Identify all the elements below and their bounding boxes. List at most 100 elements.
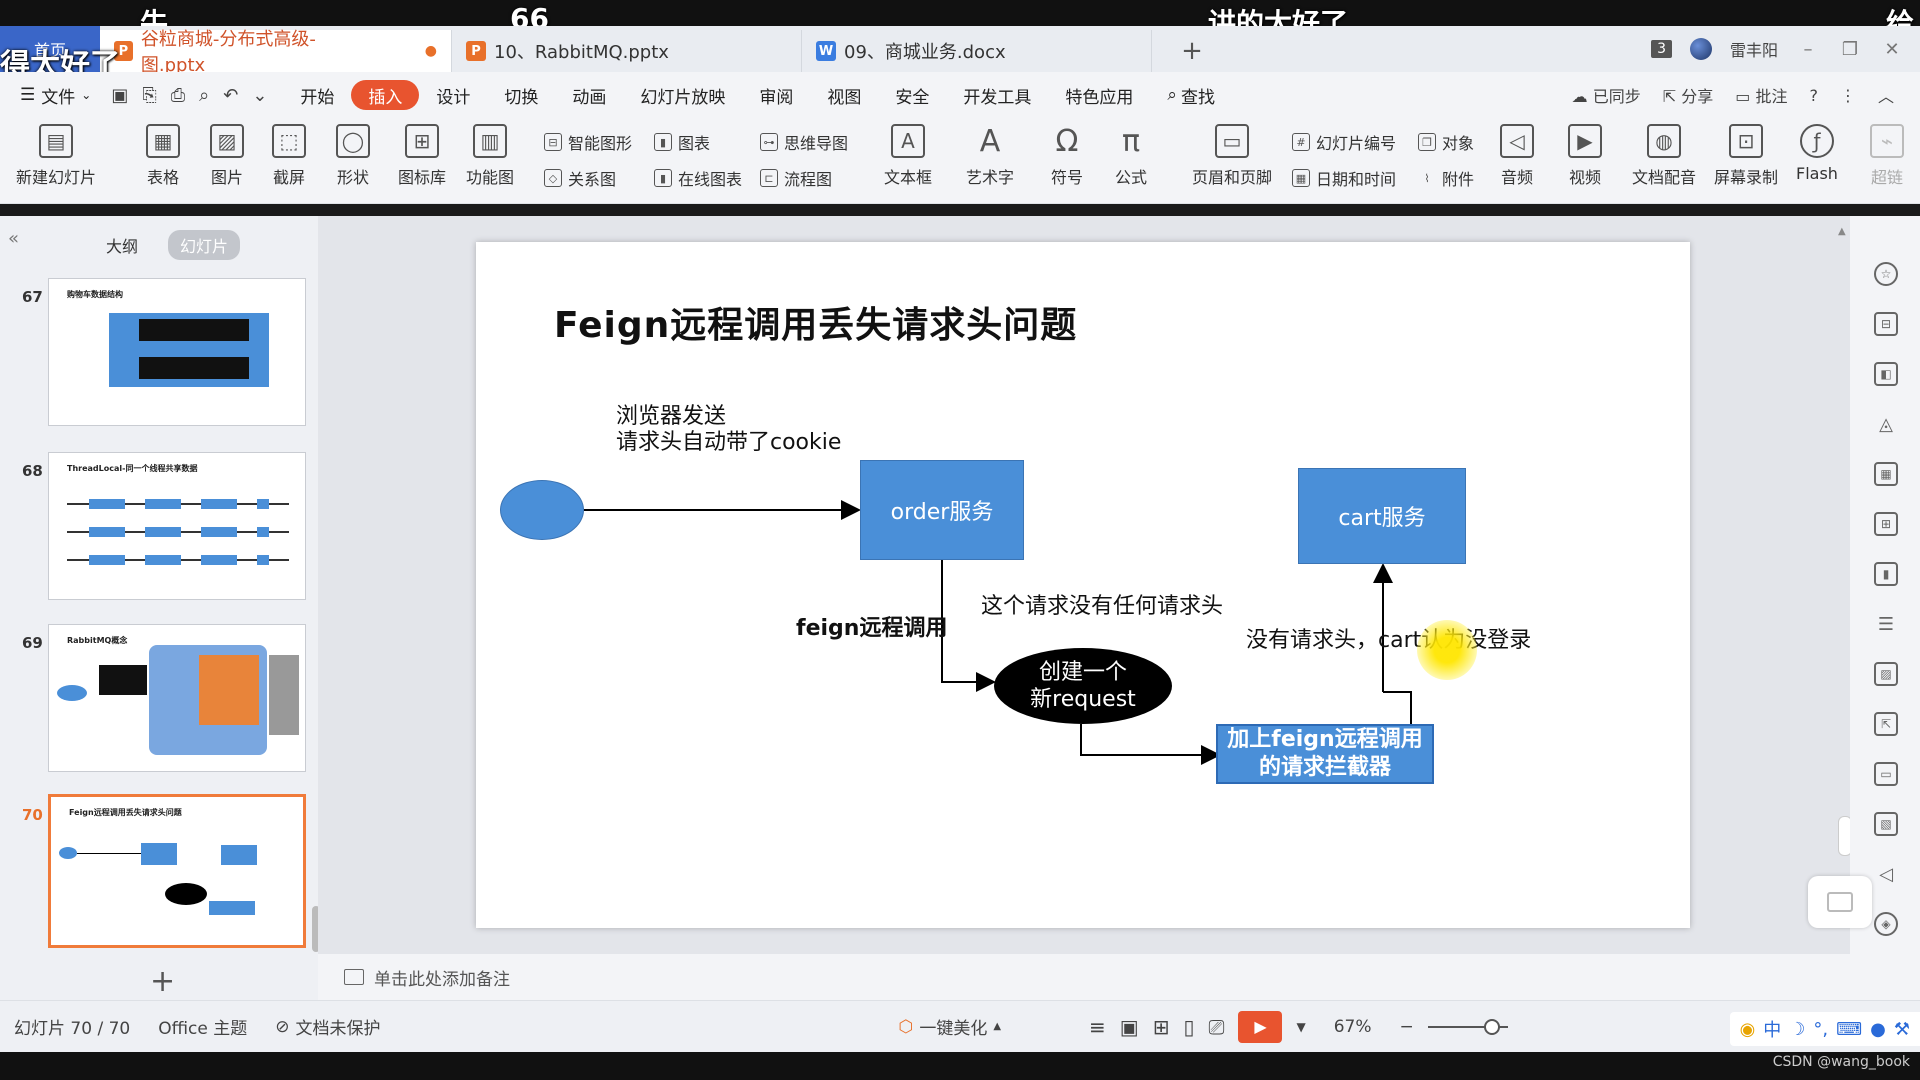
user-name[interactable]: 雷丰阳 xyxy=(1730,37,1778,61)
tab-doc-docx[interactable]: W 09、商城业务.docx xyxy=(802,30,1152,72)
new-slide-button[interactable]: ▤ 新建幻灯片 xyxy=(16,124,96,188)
export-icon[interactable]: ⇱ xyxy=(1874,712,1898,736)
more-icon[interactable]: ⋮ xyxy=(1840,86,1856,105)
comment-button[interactable]: ▭ 批注 xyxy=(1735,83,1787,107)
share-button[interactable]: ⇱ 分享 xyxy=(1663,83,1714,107)
picture-icon[interactable]: ▨ xyxy=(1874,662,1898,686)
chevron-down-icon[interactable]: ▼ xyxy=(1282,1020,1319,1034)
minimize-icon[interactable]: – xyxy=(1796,39,1820,60)
screen-record-button[interactable]: ⊡ 屏幕录制 xyxy=(1714,124,1778,188)
new-tab-button[interactable]: + xyxy=(1172,30,1212,72)
menu-review[interactable]: 审阅 xyxy=(742,80,810,110)
interceptor-box[interactable]: 加上feign远程调用 的请求拦截器 xyxy=(1216,724,1434,784)
browser-label-line1[interactable]: 浏览器发送 xyxy=(616,404,726,430)
presenter-view-icon[interactable]: ⎚ xyxy=(1208,1015,1224,1039)
online-chart-button[interactable]: ▮ 在线图表 xyxy=(654,166,742,190)
object-button[interactable]: ❐ 对象 xyxy=(1418,130,1474,154)
feign-call-label[interactable]: feign远程调用 xyxy=(796,616,947,642)
hyperlink-button[interactable]: ⌁ 超链 xyxy=(1870,124,1904,188)
smart-shape-button[interactable]: ⊟ 智能图形 xyxy=(544,130,632,154)
wordart-button[interactable]: A 艺术字 xyxy=(966,124,1014,188)
attachment-button[interactable]: ⌇ 附件 xyxy=(1418,166,1474,190)
no-header-label[interactable]: 这个请求没有任何请求头 xyxy=(981,594,1223,620)
date-time-button[interactable]: ▦ 日期和时间 xyxy=(1292,166,1396,190)
shield-icon[interactable]: ◈ xyxy=(1874,912,1898,936)
relation-button[interactable]: ◇ 关系图 xyxy=(544,166,616,190)
screenshot-button[interactable]: ⬚ 截屏 xyxy=(272,124,306,188)
textbox-button[interactable]: A 文本框 xyxy=(884,124,932,188)
scroll-up-icon[interactable]: ▲ xyxy=(1838,226,1846,237)
ime-mode[interactable]: 中 xyxy=(1763,1016,1781,1042)
chart-icon[interactable]: ▮ xyxy=(1874,562,1898,586)
close-icon[interactable]: ✕ xyxy=(1880,39,1904,60)
flowchart-button[interactable]: ⊏ 流程图 xyxy=(760,166,832,190)
menu-slideshow[interactable]: 幻灯片放映 xyxy=(623,80,742,110)
slide-thumbnail-69[interactable]: RabbitMQ概念 xyxy=(48,624,306,772)
notes-bar[interactable]: 单击此处添加备注 xyxy=(318,954,1850,1000)
mind-map-button[interactable]: ⊶ 思维导图 xyxy=(760,130,848,154)
window-count-badge[interactable]: 3 xyxy=(1651,40,1672,58)
print-icon[interactable]: ⎙ xyxy=(171,85,185,106)
avatar[interactable] xyxy=(1689,38,1712,60)
table-icon[interactable]: ▦ xyxy=(1874,462,1898,486)
menu-devtools[interactable]: 开发工具 xyxy=(946,80,1048,110)
menu-start[interactable]: 开始 xyxy=(283,80,351,110)
speaker-icon[interactable]: ◁ xyxy=(1874,862,1898,886)
moon-icon[interactable]: ☽ xyxy=(1789,1019,1805,1040)
video-player-widget[interactable] xyxy=(1808,876,1872,928)
export-icon[interactable]: ⎘ xyxy=(142,85,156,106)
flash-button[interactable]: ƒ Flash xyxy=(1796,124,1838,183)
slide-thumbnail-67[interactable]: 购物车数据结构 xyxy=(48,278,306,426)
formula-button[interactable]: π 公式 xyxy=(1114,124,1148,188)
user-icon[interactable]: ● xyxy=(1870,1019,1886,1040)
new-request-node[interactable]: 创建一个 新request xyxy=(994,648,1172,724)
zoom-slider[interactable] xyxy=(1427,1018,1508,1035)
file-menu[interactable]: ☰ 文件 ⌄ xyxy=(20,83,101,108)
normal-view-icon[interactable]: ▣ xyxy=(1120,1015,1139,1039)
reading-view-icon[interactable]: ▯ xyxy=(1183,1015,1194,1039)
beautify-button[interactable]: ⬡ 一键美化 ▲ xyxy=(884,1014,1015,1040)
menu-security[interactable]: 安全 xyxy=(878,80,946,110)
play-slideshow-button[interactable]: ▶ xyxy=(1238,1010,1283,1043)
tab-outline[interactable]: 大纲 xyxy=(94,230,150,260)
menu-design[interactable]: 设计 xyxy=(419,80,487,110)
ime-toolbar[interactable]: ◉ 中 ☽ °, ⌨ ● ⚒ xyxy=(1729,1012,1920,1046)
current-slide[interactable]: Feign远程调用丢失请求头问题 浏览器发送 请求头自动带了cookie ord… xyxy=(476,242,1690,928)
slide-sorter-icon[interactable]: ⊞ xyxy=(1153,1015,1170,1039)
tab-doc-pptx-active[interactable]: P 谷粒商城-分布式高级-图.pptx ● xyxy=(100,29,452,76)
tab-slides[interactable]: 幻灯片 xyxy=(168,230,241,260)
canvas-scrollbar[interactable]: ▲ xyxy=(1838,226,1852,976)
menu-transition[interactable]: 切换 xyxy=(487,80,555,110)
shape-button[interactable]: ◯ 形状 xyxy=(336,124,370,188)
menu-insert[interactable]: 插入 xyxy=(351,80,420,110)
restore-icon[interactable]: ❐ xyxy=(1838,39,1862,60)
chart-button[interactable]: ▮ 图表 xyxy=(654,130,710,154)
picture-button[interactable]: ▨ 图片 xyxy=(210,124,244,188)
keyboard-icon[interactable]: ⌨ xyxy=(1836,1019,1862,1040)
browser-label-line2[interactable]: 请求头自动带了cookie xyxy=(616,430,841,456)
menu-search[interactable]: ⌕ 查找 xyxy=(1150,80,1232,110)
table-button[interactable]: ▦ 表格 xyxy=(146,124,180,188)
fill-icon[interactable]: ◬ xyxy=(1874,412,1898,436)
archive-icon[interactable]: ▭ xyxy=(1874,762,1898,786)
video-button[interactable]: ▶ 视频 xyxy=(1568,124,1602,188)
collapse-ribbon-icon[interactable]: ︿ xyxy=(1878,83,1894,107)
grid-icon[interactable]: ⊞ xyxy=(1874,512,1898,536)
tab-doc-rabbitmq[interactable]: P 10、RabbitMQ.pptx xyxy=(452,30,802,72)
cart-service-box[interactable]: cart服务 xyxy=(1298,468,1466,564)
cart-not-login-label[interactable]: 没有请求头，cart认为没登录 xyxy=(1246,628,1531,654)
slide-thumbnail-70[interactable]: Feign远程调用丢失请求头问题 xyxy=(48,794,306,948)
zoom-out-icon[interactable]: − xyxy=(1386,1017,1428,1037)
slide-thumbnail-68[interactable]: ThreadLocal-同一个线程共享数据 xyxy=(48,452,306,600)
protection-status[interactable]: ⊘ 文档未保护 xyxy=(261,1014,394,1040)
notes-toggle-icon[interactable]: ≡ xyxy=(1089,1015,1106,1039)
star-icon[interactable]: ☆ xyxy=(1874,262,1898,286)
icon-library-button[interactable]: ⊞ 图标库 xyxy=(398,124,446,188)
collapse-panel-icon[interactable]: « xyxy=(8,228,19,249)
add-slide-button[interactable]: + xyxy=(150,964,175,999)
layout-icon[interactable]: ⊟ xyxy=(1874,312,1898,336)
header-footer-button[interactable]: ▭ 页眉和页脚 xyxy=(1192,124,1272,188)
redo-icon[interactable]: ⌄ xyxy=(252,85,267,106)
shape-icon[interactable]: ◧ xyxy=(1874,362,1898,386)
zoom-level[interactable]: 67% xyxy=(1320,1017,1386,1037)
